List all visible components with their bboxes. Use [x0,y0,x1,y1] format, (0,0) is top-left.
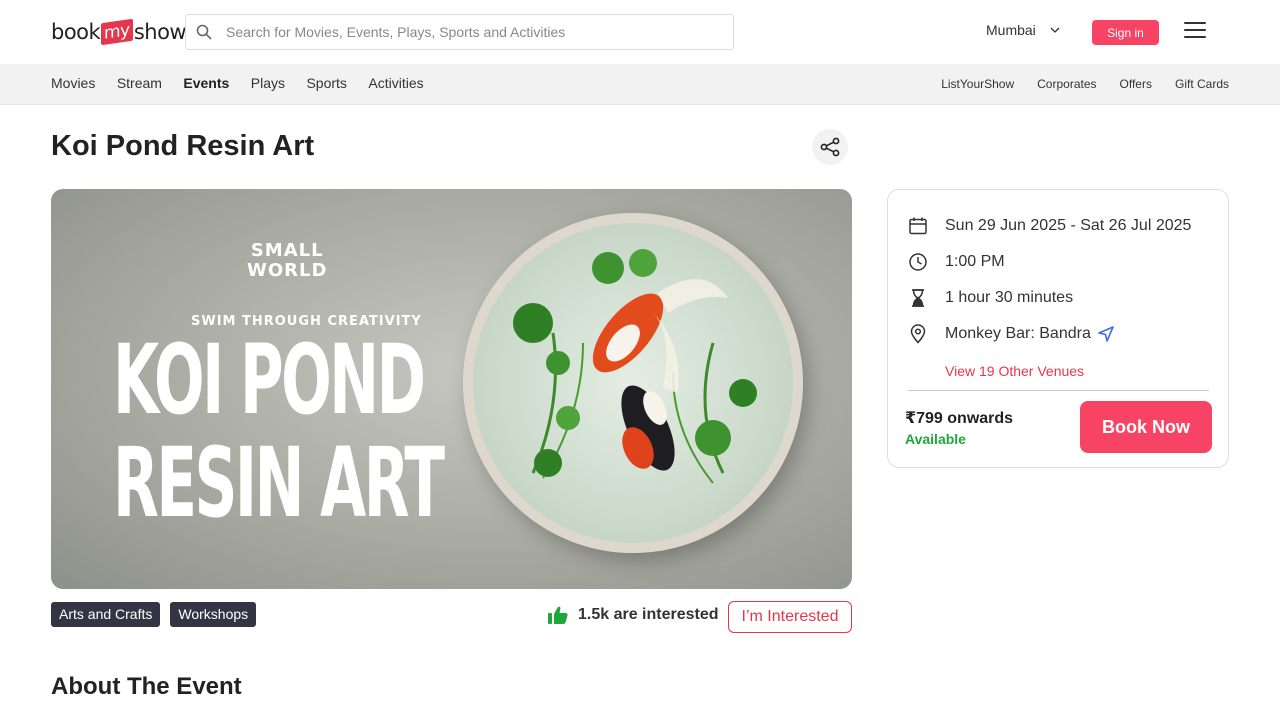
clock-icon [909,253,927,271]
price-text: ₹799 onwards [905,410,1014,427]
im-interested-button[interactable]: I’m Interested [728,601,852,633]
nav-activities[interactable]: Activities [368,75,423,91]
hourglass-icon [912,289,924,307]
tag-workshops[interactable]: Workshops [170,602,257,627]
logo-text-my: my [101,18,133,46]
share-icon [820,137,840,157]
availability-status: Available [905,431,966,447]
nav-gift-cards[interactable]: Gift Cards [1175,77,1229,91]
chevron-down-icon [1050,27,1060,33]
logo-text-book: book [51,20,101,44]
booking-card: Sun 29 Jun 2025 - Sat 26 Jul 2025 1:00 P… [887,189,1229,468]
bookmyshow-logo[interactable]: book my show [51,14,187,50]
small-world-logo: SMALL WORLD [247,240,328,281]
search-input[interactable] [226,24,706,40]
koi-plate-illustration [463,213,803,553]
interest-text: 1.5k are interested [578,606,719,623]
thumbs-up-icon [548,606,568,624]
search-bar[interactable] [185,14,734,50]
card-divider [908,390,1209,391]
category-nav: Movies Stream Events Plays Sports Activi… [0,64,1280,105]
other-venues-link[interactable]: View 19 Other Venues [945,363,1084,379]
city-selector[interactable]: Mumbai [986,22,1060,38]
event-duration: 1 hour 30 minutes [945,289,1074,306]
event-banner[interactable]: SMALL WORLD SWIM THROUGH CREATIVITY KOI … [51,189,852,589]
menu-icon[interactable] [1184,22,1206,42]
book-now-button[interactable]: Book Now [1080,401,1212,453]
venue-name[interactable]: Monkey Bar: Bandra [945,325,1091,343]
interest-count: 1.5k are interested [548,606,719,624]
nav-corporates[interactable]: Corporates [1037,77,1096,91]
about-heading: About The Event [51,673,242,700]
nav-events[interactable]: Events [183,75,229,91]
date-row: Sun 29 Jun 2025 - Sat 26 Jul 2025 [908,216,1191,236]
search-icon [196,24,212,40]
calendar-icon [909,217,927,235]
tag-arts-and-crafts[interactable]: Arts and Crafts [51,602,161,627]
nav-offers[interactable]: Offers [1120,77,1152,91]
location-pin-icon [910,324,926,344]
sign-in-button[interactable]: Sign in [1092,20,1159,45]
nav-movies[interactable]: Movies [51,75,95,91]
share-button[interactable] [812,129,848,165]
venue-row: Monkey Bar: Bandra [908,324,1115,344]
time-row: 1:00 PM [908,252,1005,272]
banner-headline: KOI POND RESIN ART [113,324,445,539]
nav-plays[interactable]: Plays [251,75,285,91]
nav-stream[interactable]: Stream [117,75,162,91]
navigate-arrow-icon[interactable] [1097,325,1115,343]
event-dates: Sun 29 Jun 2025 - Sat 26 Jul 2025 [945,217,1192,234]
city-label: Mumbai [986,22,1036,38]
event-time: 1:00 PM [945,253,1005,270]
nav-sports[interactable]: Sports [306,75,346,91]
nav-list-your-show[interactable]: ListYourShow [941,77,1014,91]
duration-row: 1 hour 30 minutes [908,288,1073,308]
event-tags: Arts and Crafts Workshops [51,602,266,627]
logo-text-show: show [133,20,187,44]
top-header: book my show Mumbai Sign in [0,0,1280,64]
event-title: Koi Pond Resin Art [51,130,315,162]
